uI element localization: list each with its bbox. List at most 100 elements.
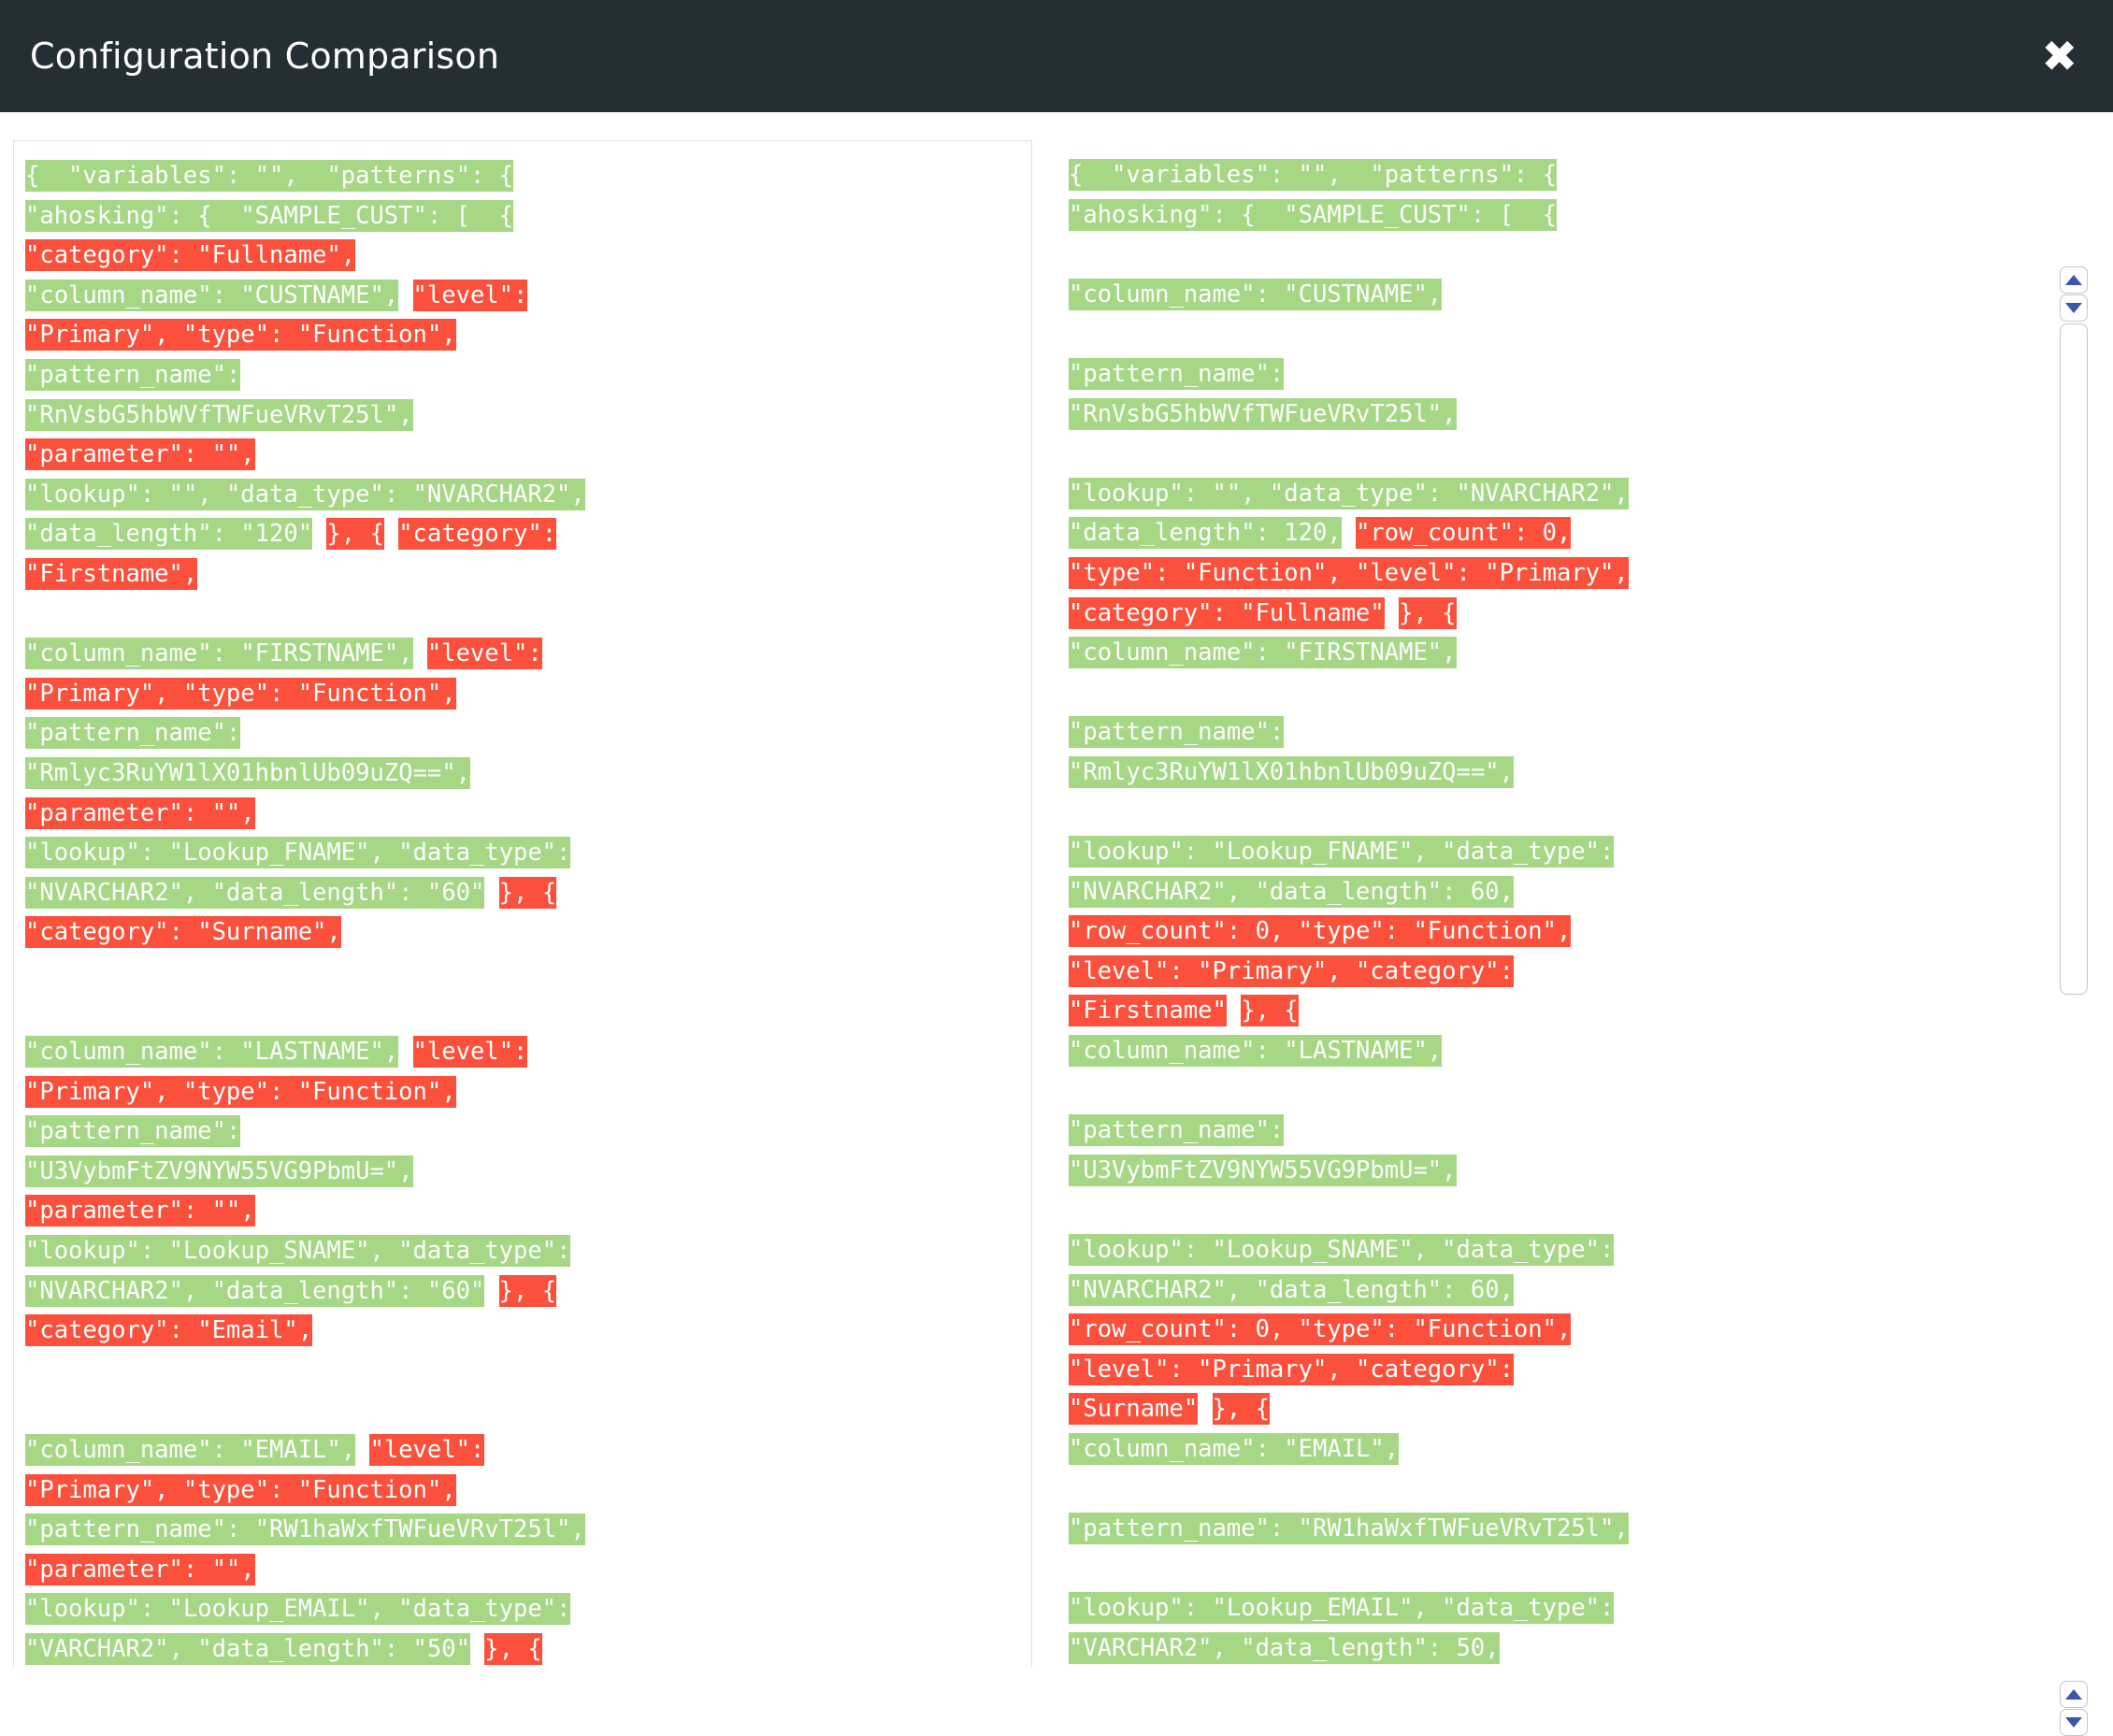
dialog-header: Configuration Comparison ✖ — [0, 0, 2113, 112]
diff-segment-added: "column_name": "FIRSTNAME", — [1069, 637, 1457, 669]
diff-line: "NVARCHAR2", "data_length": 60, — [1069, 1270, 2054, 1311]
scroll-up-button-secondary[interactable] — [2060, 1681, 2088, 1708]
diff-line: "pattern_name": — [1069, 1111, 2054, 1151]
diff-line: "parameter": "", — [25, 794, 1022, 834]
diff-line — [25, 1351, 1022, 1391]
diff-line: "VARCHAR2", "data_length": "50" }, { — [25, 1629, 1022, 1667]
diff-segment-removed: "type": "Function", "level": "Primary", — [1069, 556, 1629, 589]
diff-segment-added: "column_name": "CUSTNAME", — [1069, 278, 1443, 310]
diff-segment-added: "column_name": "EMAIL", — [1069, 1433, 1400, 1465]
diff-segment-removed: "category": "Surname", — [25, 916, 341, 949]
scroll-down-button-secondary[interactable] — [2060, 1709, 2088, 1736]
diff-segment-added: { "variables": "", "patterns": { — [1069, 159, 1557, 191]
diff-segment-removed: "parameter": "", — [25, 796, 255, 829]
diff-segment-added: "ahosking": { "SAMPLE_CUST": [ { — [1069, 198, 1557, 231]
diff-segment-added: "U3VybmFtZV9NYW55VG9PbmU=", — [25, 1155, 413, 1187]
scrollbar-right-top[interactable] — [2060, 266, 2088, 995]
scrollbar-right-bottom[interactable] — [2060, 1681, 2088, 1736]
chevron-up-icon — [2065, 1689, 2082, 1700]
diff-segment-removed: "level": "Primary", "category": — [1069, 954, 1514, 987]
diff-segment-added: "pattern_name": — [1069, 1114, 1285, 1147]
diff-segment-added: "lookup": "Lookup_SNAME", "data_type": — [25, 1235, 571, 1268]
diff-line: "category": "Surname", — [25, 912, 1022, 953]
diff-segment-added: "pattern_name": — [1069, 357, 1285, 390]
diff-segment-added: "lookup": "", "data_type": "NVARCHAR2", — [1069, 477, 1629, 509]
diff-line: "type": "Function", "level": "Primary", — [1069, 553, 2054, 594]
diff-segment-added: "column_name": "EMAIL", — [25, 1434, 356, 1466]
diff-segment-added: "column_name": "CUSTNAME", — [25, 279, 399, 311]
diff-segment-removed: "level": "Primary", "category": — [1069, 1353, 1514, 1385]
diff-segment-removed: "parameter": "", — [25, 1195, 255, 1227]
diff-segment-neutral — [1342, 517, 1356, 549]
diff-segment-removed: }, { — [1212, 1393, 1270, 1426]
diff-segment-neutral — [1385, 597, 1399, 629]
diff-segment-added: "Rmlyc3RuYW1lX01hbnlUb09uZQ==", — [1069, 755, 1514, 788]
diff-line: "parameter": "", — [25, 1550, 1022, 1590]
diff-line — [1069, 314, 2054, 354]
diff-line: "RnVsbG5hbWVfTWFueVRvT25l", — [1069, 395, 2054, 435]
diff-segment-added: "pattern_name": — [25, 717, 241, 750]
diff-line: "pattern_name": — [1069, 354, 2054, 395]
diff-line: "parameter": "", — [25, 1191, 1022, 1231]
diff-line: "Primary", "type": "Function", — [25, 674, 1022, 714]
diff-line: "lookup": "Lookup_FNAME", "data_type": — [25, 833, 1022, 873]
diff-segment-neutral — [1227, 995, 1241, 1026]
diff-segment-added: "RnVsbG5hbWVfTWFueVRvT25l", — [1069, 397, 1457, 430]
diff-line: "Surname" }, { — [1069, 1389, 2054, 1429]
diff-line: "Rmlyc3RuYW1lX01hbnlUb09uZQ==", — [25, 753, 1022, 794]
diff-segment-added: "VARCHAR2", "data_length": 50, — [1069, 1631, 1500, 1664]
diff-segment-neutral — [398, 1036, 412, 1068]
diff-line: "ahosking": { "SAMPLE_CUST": [ { — [25, 196, 1022, 237]
diff-line — [1069, 793, 2054, 833]
diff-line — [1069, 434, 2054, 474]
diff-line: { "variables": "", "patterns": { — [25, 156, 1022, 196]
diff-segment-added: "lookup": "", "data_type": "NVARCHAR2", — [25, 478, 585, 510]
diff-line: "column_name": "CUSTNAME", "level": — [25, 276, 1022, 316]
page-title: Configuration Comparison — [30, 36, 500, 77]
diff-line: "data_length": 120, "row_count": 0, — [1069, 513, 2054, 553]
diff-line: "lookup": "", "data_type": "NVARCHAR2", — [25, 475, 1022, 515]
diff-line: "row_count": 0, "type": "Function", — [1069, 911, 2054, 952]
diff-segment-removed: "level": — [369, 1434, 485, 1466]
scrollbar-thumb[interactable] — [2060, 323, 2088, 995]
diff-line: "Primary", "type": "Function", — [25, 1072, 1022, 1112]
diff-segment-removed: "row_count": 0, "type": "Function", — [1069, 915, 1572, 948]
diff-segment-removed: "Primary", "type": "Function", — [25, 1473, 456, 1506]
diff-line: "column_name": "LASTNAME", "level": — [25, 1032, 1022, 1072]
diff-line: "pattern_name": "RW1haWxfTWFueVRvT25l", — [25, 1510, 1022, 1550]
diff-segment-removed: "parameter": "", — [25, 438, 255, 471]
diff-segment-added: "NVARCHAR2", "data_length": "60" — [25, 1274, 485, 1307]
diff-line — [1069, 235, 2054, 275]
diff-line: "column_name": "CUSTNAME", — [1069, 275, 2054, 315]
diff-line — [25, 953, 1022, 993]
diff-line: "level": "Primary", "category": — [1069, 952, 2054, 992]
diff-line: { "variables": "", "patterns": { — [1069, 155, 2054, 195]
diff-segment-added: "RnVsbG5hbWVfTWFueVRvT25l", — [25, 398, 413, 431]
diff-segment-removed: "category": "Fullname", — [25, 239, 356, 272]
diff-line: "lookup": "Lookup_SNAME", "data_type": — [1069, 1230, 2054, 1270]
diff-segment-added: "pattern_name": — [25, 1115, 241, 1148]
scroll-up-button[interactable] — [2060, 266, 2088, 294]
diff-segment-neutral — [398, 280, 412, 311]
chevron-down-icon — [2065, 1717, 2082, 1728]
diff-line: "parameter": "", — [25, 435, 1022, 475]
diff-line: "lookup": "", "data_type": "NVARCHAR2", — [1069, 474, 2054, 514]
diff-segment-removed: "level": — [412, 1036, 528, 1069]
scroll-down-button[interactable] — [2060, 294, 2088, 322]
diff-line — [25, 992, 1022, 1032]
diff-line: "U3VybmFtZV9NYW55VG9PbmU=", — [1069, 1151, 2054, 1191]
diff-line: "level": "Primary", "category": — [1069, 1350, 2054, 1390]
diff-segment-removed: "Primary", "type": "Function", — [25, 1075, 456, 1108]
close-icon[interactable]: ✖ — [2032, 31, 2087, 81]
diff-panel-left[interactable]: { "variables": "", "patterns": {"ahoskin… — [13, 140, 1032, 1667]
diff-segment-removed: }, { — [484, 1632, 542, 1665]
diff-segment-added: "ahosking": { "SAMPLE_CUST": [ { — [25, 199, 513, 232]
diff-segment-added: "lookup": "Lookup_FNAME", "data_type": — [1069, 836, 1615, 868]
diff-line: "Firstname", — [25, 554, 1022, 595]
diff-segment-removed: "row_count": 0, "type": "Function", — [1069, 1313, 1572, 1346]
diff-panel-right[interactable]: { "variables": "", "patterns": { "ahoskin… — [1057, 140, 2060, 1667]
diff-line: "lookup": "Lookup_EMAIL", "data_type": — [25, 1589, 1022, 1629]
diff-line: "column_name": "FIRSTNAME", "level": — [25, 634, 1022, 674]
diff-segment-added: "NVARCHAR2", "data_length": 60, — [1069, 875, 1514, 908]
diff-line — [1069, 1549, 2054, 1589]
